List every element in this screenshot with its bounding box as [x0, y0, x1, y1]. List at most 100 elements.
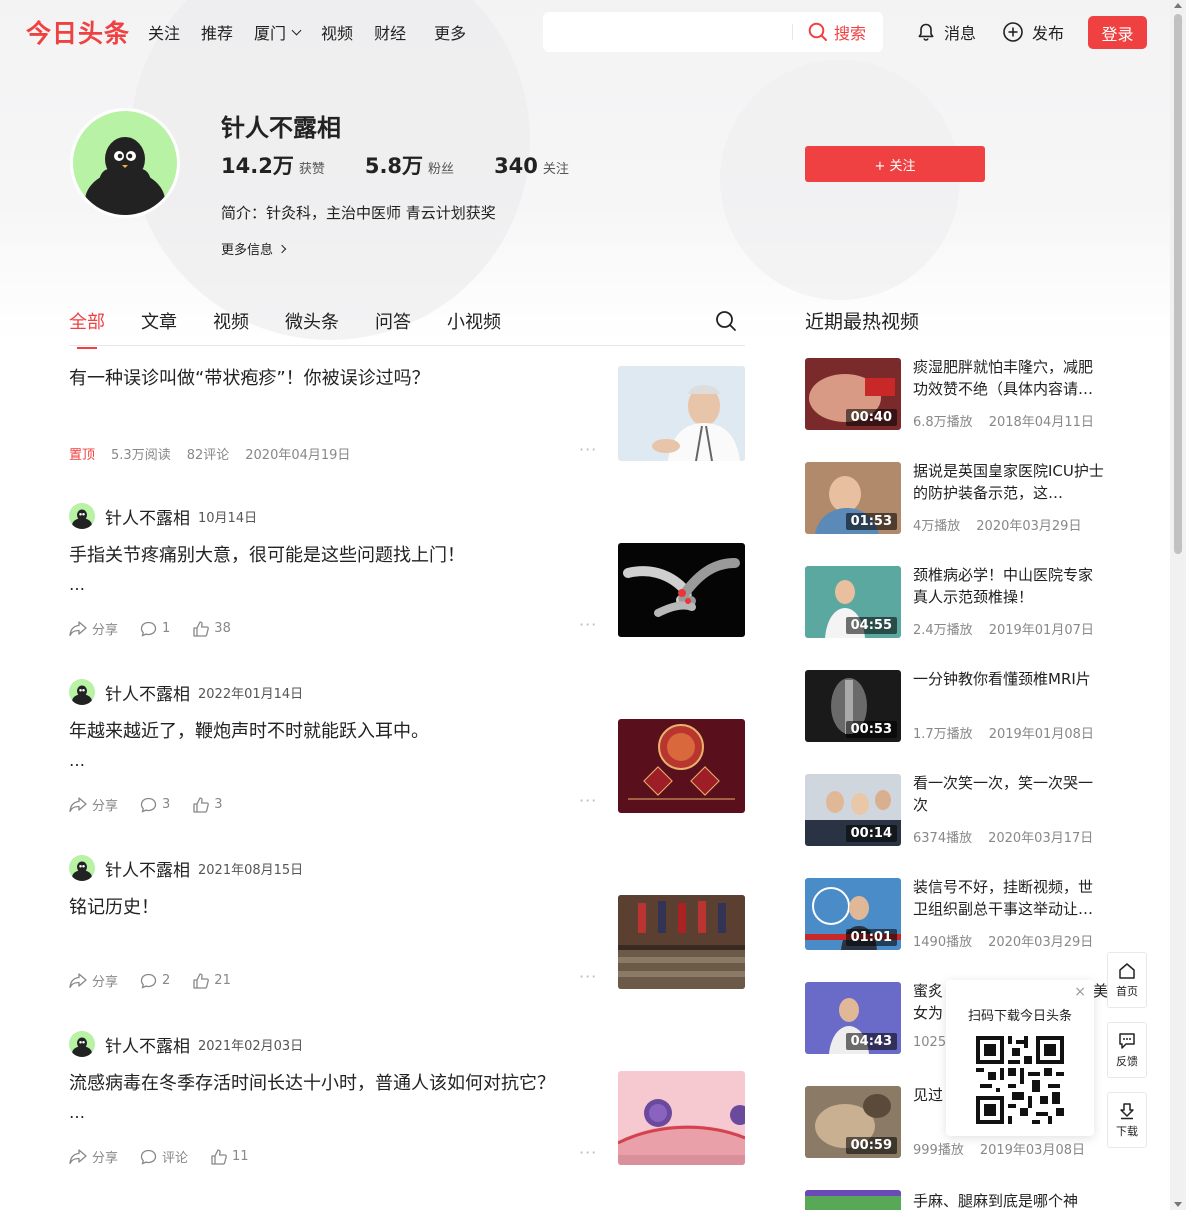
- hot-video-item[interactable]: 01:53 据说是英国皇家医院ICU护士的防护装备示范，这… 4万播放 2020年…: [805, 462, 1105, 534]
- search-input[interactable]: [553, 20, 783, 44]
- publish-button[interactable]: 发布: [1002, 20, 1064, 44]
- author-avatar[interactable]: [69, 855, 95, 881]
- like-button[interactable]: 11: [210, 1148, 249, 1165]
- feed-thumbnail[interactable]: [618, 366, 745, 461]
- author-avatar[interactable]: [69, 679, 95, 705]
- video-thumbnail[interactable]: 01:53: [805, 462, 901, 534]
- feed-thumbnail[interactable]: [618, 543, 745, 637]
- share-button[interactable]: 分享: [69, 795, 118, 814]
- feed-item[interactable]: 针人不露相 2021年02月03日 流感病毒在冬季存活时间长达十小时，普通人该如…: [69, 1031, 745, 1171]
- video-thumbnail[interactable]: [805, 1190, 901, 1210]
- home-float-button[interactable]: 首页: [1107, 952, 1147, 1008]
- hot-video-item[interactable]: 01:01 装信号不好，挂断视频，世卫组织副总干事这举动让… 1490播放 202…: [805, 878, 1105, 950]
- author-name[interactable]: 针人不露相: [105, 680, 190, 705]
- tab-videos[interactable]: 视频: [213, 308, 249, 334]
- close-icon[interactable]: ×: [1074, 984, 1086, 1000]
- author-name[interactable]: 针人不露相: [105, 1032, 190, 1057]
- scroll-down-arrow-icon[interactable]: [1174, 1202, 1182, 1207]
- comment-button[interactable]: 3: [140, 797, 170, 813]
- hot-video-item[interactable]: 00:53 一分钟教你看懂颈椎MRI片 1.7万播放 2019年01月08日: [805, 670, 1105, 742]
- more-options-icon[interactable]: ···: [579, 440, 597, 459]
- author-avatar[interactable]: [69, 503, 95, 529]
- video-thumbnail[interactable]: 01:01: [805, 878, 901, 950]
- nav-video[interactable]: 视频: [321, 20, 353, 44]
- like-button[interactable]: 21: [192, 972, 231, 989]
- nav-more[interactable]: 更多: [434, 20, 466, 44]
- feed-thumbnail[interactable]: [618, 719, 745, 813]
- feed-thumbnail[interactable]: [618, 1071, 745, 1165]
- author-name[interactable]: 针人不露相: [105, 856, 190, 881]
- scroll-up-arrow-icon[interactable]: [1174, 3, 1182, 8]
- feedback-float-button[interactable]: 反馈: [1107, 1022, 1147, 1078]
- like-button[interactable]: 38: [192, 620, 231, 637]
- nav-recommend[interactable]: 推荐: [201, 20, 233, 44]
- author-name[interactable]: 针人不露相: [105, 504, 190, 529]
- feed-item[interactable]: 针人不露相 10月14日 手指关节疼痛别大意，很可能是这些问题找上门！ … 分享…: [69, 503, 745, 643]
- video-title[interactable]: 看一次笑一次，笑一次哭一次: [913, 772, 1107, 816]
- author-avatar[interactable]: [69, 1031, 95, 1057]
- tab-micro[interactable]: 微头条: [285, 308, 339, 334]
- scrollbar-thumb[interactable]: [1174, 14, 1182, 554]
- hot-video-item[interactable]: 00:14 看一次笑一次，笑一次哭一次 6374播放 2020年03月17日: [805, 774, 1105, 846]
- nav-follow[interactable]: 关注: [148, 20, 180, 44]
- page-scrollbar[interactable]: [1170, 0, 1186, 1210]
- feed-title[interactable]: 有一种误诊叫做“带状疱疹”！你被误诊过吗？: [69, 366, 430, 392]
- feed-text[interactable]: 流感病毒在冬季存活时间长达十小时，普通人该如何对抗它？: [69, 1071, 555, 1097]
- video-thumbnail[interactable]: 04:55: [805, 566, 901, 638]
- search-icon: [808, 22, 827, 41]
- video-title[interactable]: 据说是英国皇家医院ICU护士的防护装备示范，这…: [913, 460, 1107, 504]
- hot-video-item[interactable]: 手麻、腿麻到底是哪个神: [805, 1190, 1105, 1210]
- nav-city[interactable]: 厦门: [254, 20, 302, 44]
- comment-button[interactable]: 评论: [140, 1147, 188, 1166]
- hot-video-item[interactable]: 00:40 痰湿肥胖就怕丰隆穴，减肥功效赞不绝（具体内容请… 6.8万播放 201…: [805, 358, 1105, 430]
- video-title[interactable]: 颈椎病必学！中山医院专家真人示范颈椎操！: [913, 564, 1107, 608]
- feed-text[interactable]: 年越来越近了，鞭炮声时不时就能跃入耳中。: [69, 719, 429, 745]
- more-options-icon[interactable]: ···: [579, 791, 597, 810]
- login-button[interactable]: 登录: [1088, 16, 1147, 49]
- following-stat[interactable]: 340 关注: [494, 154, 569, 178]
- feed-item-pinned[interactable]: 有一种误诊叫做“带状疱疹”！你被误诊过吗？ 置顶 5.3万阅读 82评论 202…: [69, 366, 745, 466]
- more-options-icon[interactable]: ···: [579, 1143, 597, 1162]
- feed-item[interactable]: 针人不露相 2021年08月15日 铭记历史！ 分享 2 21 ···: [69, 855, 745, 995]
- video-title[interactable]: 手麻、腿麻到底是哪个神: [913, 1190, 1105, 1210]
- follow-button[interactable]: + 关注: [805, 146, 985, 182]
- nav-finance[interactable]: 财经: [374, 20, 406, 44]
- tab-articles[interactable]: 文章: [141, 308, 177, 334]
- comment-button[interactable]: 2: [140, 973, 170, 989]
- fans-stat[interactable]: 5.8万 粉丝: [365, 150, 454, 180]
- video-thumbnail[interactable]: 00:53: [805, 670, 901, 742]
- video-thumbnail[interactable]: 00:14: [805, 774, 901, 846]
- tab-all[interactable]: 全部: [69, 308, 105, 349]
- download-float-button[interactable]: 下载: [1107, 1092, 1147, 1148]
- share-label: 分享: [92, 623, 119, 638]
- feed-item[interactable]: 针人不露相 2022年01月14日 年越来越近了，鞭炮声时不时就能跃入耳中。 ……: [69, 679, 745, 819]
- share-button[interactable]: 分享: [69, 1147, 118, 1166]
- video-title[interactable]: 装信号不好，挂断视频，世卫组织副总干事这举动让…: [913, 876, 1107, 920]
- profile-bio: 简介：针灸科，主治中医师 青云计划获奖: [221, 204, 496, 222]
- search-icon[interactable]: [715, 310, 737, 332]
- play-count: 6374播放: [913, 831, 973, 846]
- messages-button[interactable]: 消息: [916, 20, 976, 44]
- search-button[interactable]: 搜索: [808, 20, 866, 44]
- video-thumbnail[interactable]: 04:43: [805, 982, 901, 1054]
- more-options-icon[interactable]: ···: [579, 615, 597, 634]
- profile-avatar: [70, 108, 180, 218]
- tab-short-video[interactable]: 小视频: [447, 308, 501, 334]
- more-options-icon[interactable]: ···: [579, 967, 597, 986]
- video-thumbnail[interactable]: 00:59: [805, 1086, 901, 1158]
- video-thumbnail[interactable]: 00:40: [805, 358, 901, 430]
- share-button[interactable]: 分享: [69, 971, 118, 990]
- hot-video-item[interactable]: 04:55 颈椎病必学！中山医院专家真人示范颈椎操！ 2.4万播放 2019年01…: [805, 566, 1105, 638]
- feed-meta: 置顶 5.3万阅读 82评论 2020年04月19日: [69, 444, 366, 463]
- video-title[interactable]: 一分钟教你看懂颈椎MRI片: [913, 668, 1107, 690]
- share-button[interactable]: 分享: [69, 619, 118, 638]
- more-info-link[interactable]: 更多信息: [221, 239, 287, 258]
- feed-text[interactable]: 铭记历史！: [69, 895, 159, 921]
- site-logo[interactable]: 今日头条: [26, 14, 130, 50]
- feed-thumbnail[interactable]: [618, 895, 745, 989]
- feed-text[interactable]: 手指关节疼痛别大意，很可能是这些问题找上门！: [69, 543, 465, 569]
- tab-qa[interactable]: 问答: [375, 308, 411, 334]
- video-title[interactable]: 痰湿肥胖就怕丰隆穴，减肥功效赞不绝（具体内容请…: [913, 356, 1107, 400]
- like-button[interactable]: 3: [192, 796, 223, 813]
- comment-button[interactable]: 1: [140, 621, 170, 637]
